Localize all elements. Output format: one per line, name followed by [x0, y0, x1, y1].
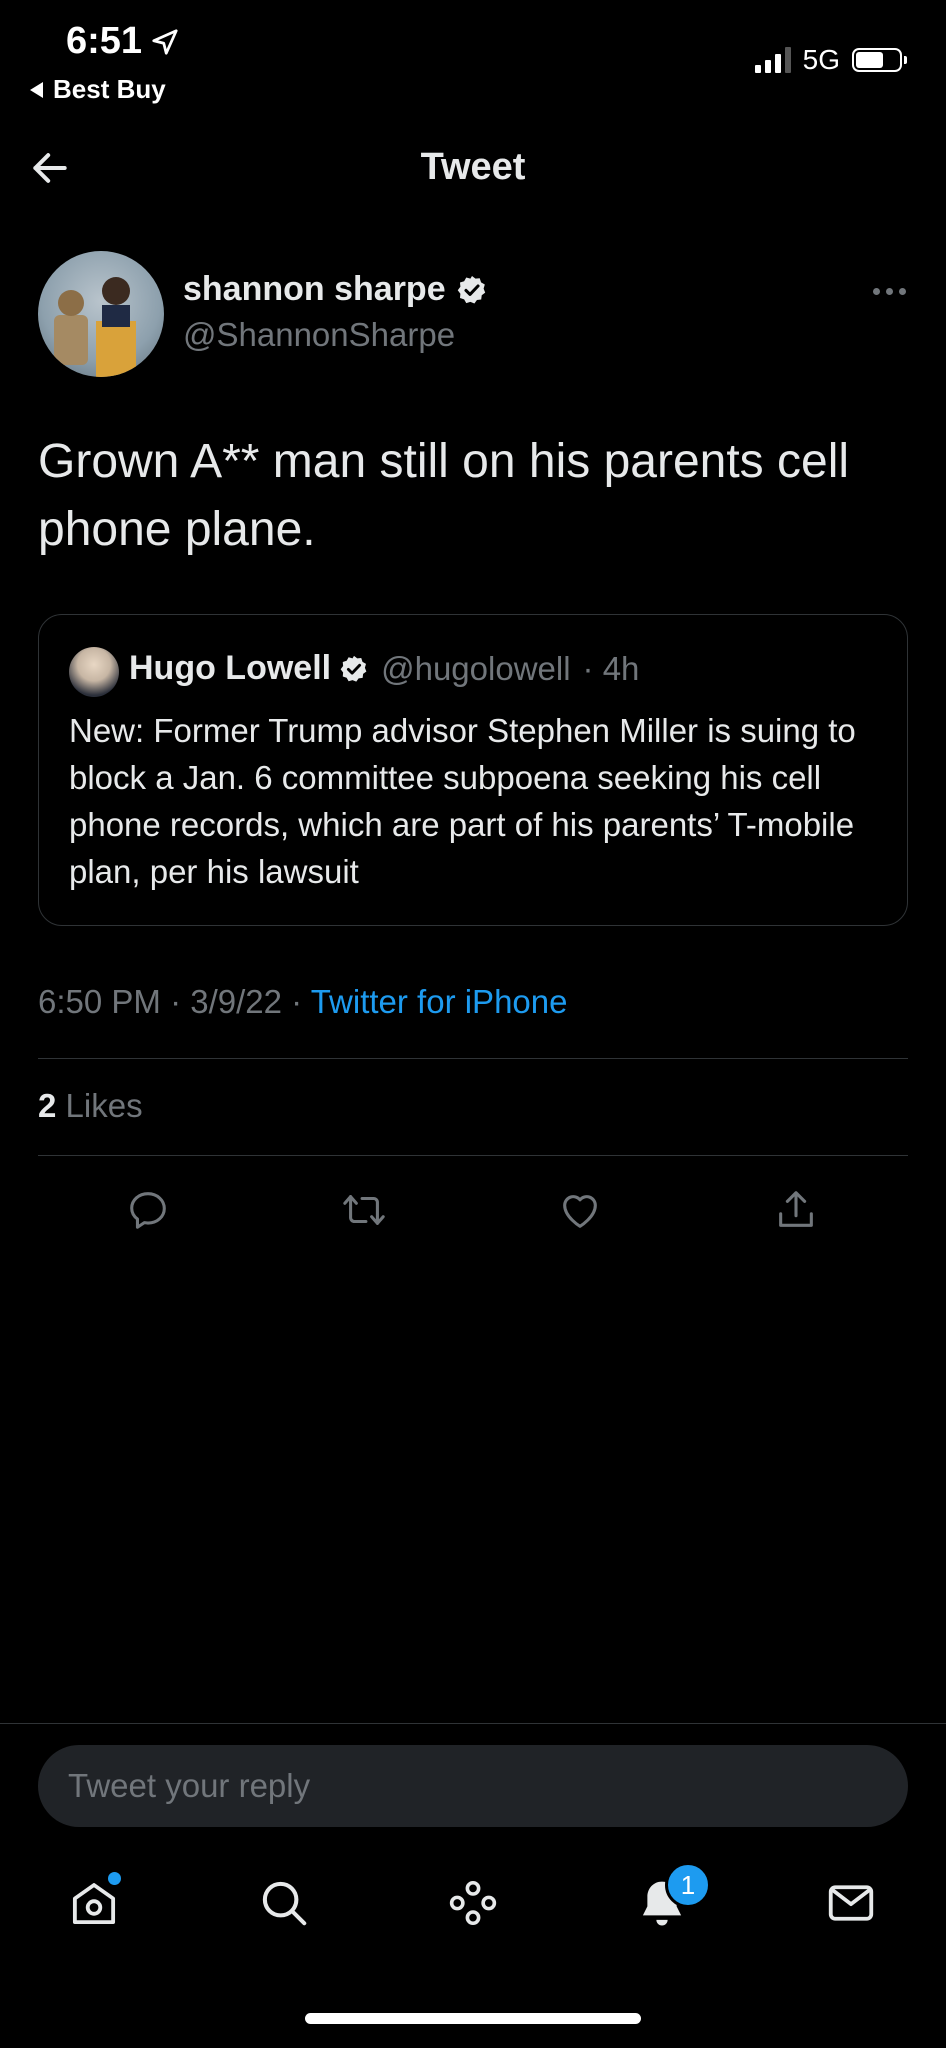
- quoted-author-avatar: [69, 647, 119, 697]
- retweet-button[interactable]: [334, 1180, 394, 1240]
- battery-level: [856, 52, 883, 68]
- share-icon: [779, 1191, 813, 1227]
- retweet-icon: [343, 1195, 385, 1225]
- status-time: 6:51: [66, 20, 180, 63]
- back-app-label: Best Buy: [53, 74, 166, 104]
- tab-notifications[interactable]: 1: [627, 1862, 711, 1938]
- likes-label: Likes: [65, 1087, 143, 1124]
- author-name-text: shannon sharpe: [183, 270, 446, 308]
- tab-home[interactable]: [59, 1868, 129, 1938]
- quoted-author-handle: @hugolowell: [381, 649, 571, 687]
- mail-icon: [828, 1885, 874, 1921]
- likes-count[interactable]: 2 Likes: [38, 1087, 143, 1125]
- tweet-timestamp: 6:50 PM · 3/9/22 ·: [38, 983, 311, 1020]
- more-dot-icon: [873, 288, 880, 295]
- tweet-source-link[interactable]: Twitter for iPhone: [311, 983, 568, 1020]
- divider: [38, 1058, 908, 1059]
- search-icon: [262, 1881, 307, 1926]
- reply-button[interactable]: [118, 1180, 178, 1240]
- likes-number: 2: [38, 1087, 57, 1124]
- quoted-tweet-card[interactable]: Hugo Lowell @hugolowell · 4h New: Former…: [38, 614, 908, 926]
- divider: [38, 1155, 908, 1156]
- page-title: Tweet: [420, 146, 526, 188]
- reply-input[interactable]: Tweet your reply: [38, 1745, 908, 1827]
- quoted-tweet-header: Hugo Lowell @hugolowell · 4h: [129, 649, 639, 688]
- battery-icon: [852, 48, 907, 72]
- spaces-icon: [449, 1880, 497, 1926]
- tab-messages[interactable]: [816, 1868, 886, 1938]
- heart-icon: [563, 1195, 597, 1228]
- quoted-tweet-text: New: Former Trump advisor Stephen Miller…: [69, 712, 856, 890]
- share-button[interactable]: [766, 1180, 826, 1240]
- verified-badge-icon: [457, 275, 485, 303]
- author-name[interactable]: shannon sharpe: [183, 270, 488, 309]
- reply-placeholder: Tweet your reply: [68, 1767, 311, 1804]
- reply-icon: [130, 1192, 166, 1229]
- author-avatar[interactable]: [38, 251, 164, 377]
- notification-badge: 1: [665, 1862, 711, 1908]
- status-indicators: 5G: [754, 44, 907, 76]
- bottom-tab-bar: 1: [0, 1862, 946, 1948]
- network-type: 5G: [802, 44, 840, 75]
- location-arrow-icon: [152, 28, 178, 55]
- cellular-signal-icon: [754, 47, 791, 73]
- like-button[interactable]: [550, 1180, 610, 1240]
- tweet-text: Grown A** man still on his parents cell …: [38, 435, 850, 556]
- reply-divider: [0, 1723, 946, 1724]
- home-indicator[interactable]: [305, 2013, 641, 2024]
- more-options-button[interactable]: [867, 282, 912, 301]
- tab-spaces[interactable]: [438, 1868, 508, 1938]
- back-to-app-link[interactable]: Best Buy: [30, 74, 166, 105]
- tab-search[interactable]: [249, 1868, 319, 1938]
- avatar-image: [54, 277, 136, 377]
- quoted-tweet-time: · 4h: [582, 649, 640, 687]
- more-dot-icon: [886, 288, 893, 295]
- quoted-author-name: Hugo Lowell: [129, 649, 332, 687]
- new-content-dot: [108, 1872, 121, 1885]
- verified-badge-icon: [340, 655, 367, 682]
- more-dot-icon: [899, 288, 906, 295]
- tweet-meta: 6:50 PM · 3/9/22 · Twitter for iPhone: [38, 983, 567, 1021]
- tweet-actions: [0, 1180, 946, 1240]
- author-handle[interactable]: @ShannonSharpe: [183, 316, 455, 354]
- back-triangle-icon: [30, 81, 43, 98]
- status-time-text: 6:51: [66, 20, 143, 62]
